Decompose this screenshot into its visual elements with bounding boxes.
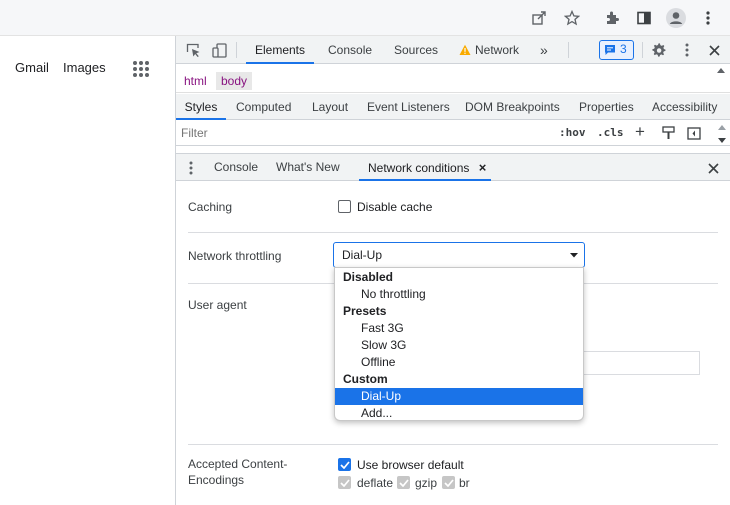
inspect-element-icon[interactable] (184, 41, 202, 59)
tab-sources[interactable]: Sources (394, 36, 438, 64)
use-browser-default-checkbox[interactable] (338, 458, 351, 471)
dropdown-option[interactable]: No throttling (335, 286, 583, 303)
star-icon[interactable] (560, 6, 584, 30)
paint-brush-icon[interactable] (660, 125, 676, 141)
dropdown-group-header: Disabled (343, 270, 394, 284)
tab-console[interactable]: Console (328, 36, 372, 64)
tab-elements[interactable]: Elements (246, 36, 314, 64)
checkmark-icon (339, 478, 350, 487)
gzip-label: gzip (415, 476, 438, 490)
network-throttling-label: Network throttling (188, 249, 282, 263)
styles-filter-bar: :hov .cls + (176, 121, 730, 146)
breadcrumb-html[interactable]: html (179, 72, 212, 90)
warning-icon (458, 43, 472, 57)
new-style-rule-button[interactable]: + (635, 122, 645, 142)
more-tabs-button[interactable]: » (540, 36, 548, 64)
toolbar-divider (642, 42, 643, 58)
drawer-tab-network-conditions[interactable]: Network conditions × (359, 154, 491, 181)
section-divider (188, 444, 718, 445)
section-divider (188, 232, 718, 233)
extensions-icon[interactable] (600, 6, 624, 30)
scroll-up-icon[interactable] (716, 123, 728, 131)
tab-computed[interactable]: Computed (236, 94, 291, 120)
dropdown-option[interactable]: Offline (335, 354, 583, 371)
tab-styles[interactable]: Styles (176, 94, 226, 120)
class-toggle[interactable]: .cls (597, 126, 624, 139)
more-options-icon[interactable] (678, 41, 696, 59)
chevron-down-icon (570, 252, 578, 258)
filter-input[interactable] (179, 123, 547, 143)
deflate-checkbox (338, 476, 351, 489)
gzip-checkbox (397, 476, 410, 489)
device-toolbar-icon[interactable] (210, 41, 228, 59)
tab-layout[interactable]: Layout (312, 94, 348, 120)
side-panel-icon[interactable] (632, 6, 656, 30)
tab-properties[interactable]: Properties (579, 94, 634, 120)
browser-toolbar (0, 0, 730, 36)
checkmark-icon (398, 478, 409, 487)
network-throttling-value: Dial-Up (342, 248, 383, 262)
apps-grid-icon[interactable] (130, 58, 152, 80)
dropdown-option[interactable]: Add... (335, 405, 583, 422)
checkmark-icon (443, 478, 454, 487)
profile-icon[interactable] (664, 6, 688, 30)
network-throttling-dropdown: Disabled No throttling Presets Fast 3G S… (334, 267, 584, 421)
dropdown-option[interactable]: Slow 3G (335, 337, 583, 354)
tab-network[interactable]: Network (475, 36, 519, 64)
devtools-panel: Elements Console Sources Network » 3 htm… (175, 36, 730, 505)
images-link[interactable]: Images (63, 60, 106, 75)
caching-label: Caching (188, 200, 233, 214)
checkmark-icon (339, 460, 350, 469)
drawer-tab-console[interactable]: Console (214, 154, 258, 181)
encodings-label-line2: Encodings (188, 473, 245, 487)
issues-badge[interactable]: 3 (599, 40, 634, 60)
breadcrumb-body[interactable]: body (216, 72, 253, 90)
encodings-label-line1: Accepted Content- (188, 457, 288, 471)
network-throttling-select[interactable]: Dial-Up (333, 242, 585, 268)
close-devtools-icon[interactable] (705, 41, 723, 59)
dropdown-group-header: Presets (343, 304, 387, 318)
drawer-menu-icon[interactable] (186, 160, 196, 176)
drawer-tabbar: Console What's New Network conditions × (176, 153, 730, 181)
drawer-tab-network-conditions-label: Network conditions (368, 161, 470, 175)
tab-dom-breakpoints[interactable]: DOM Breakpoints (465, 94, 560, 120)
close-drawer-icon[interactable] (706, 161, 720, 175)
toolbar-divider (236, 42, 237, 58)
dropdown-option[interactable]: Fast 3G (335, 320, 583, 337)
breadcrumb: html body (176, 66, 730, 93)
disable-cache-checkbox[interactable] (338, 200, 351, 213)
toggle-sidebar-icon[interactable] (686, 125, 702, 141)
scroll-down-icon[interactable] (716, 136, 728, 144)
tab-accessibility[interactable]: Accessibility (652, 94, 717, 120)
dropdown-group-header: Custom (343, 372, 388, 386)
drawer-tab-whats-new[interactable]: What's New (276, 154, 340, 181)
br-checkbox (442, 476, 455, 489)
disable-cache-label: Disable cache (357, 200, 433, 214)
settings-gear-icon[interactable] (650, 41, 668, 59)
deflate-label: deflate (357, 476, 394, 490)
toolbar-divider (568, 42, 569, 58)
gmail-link[interactable]: Gmail (15, 60, 49, 75)
hover-state-toggle[interactable]: :hov (559, 126, 586, 139)
scroll-up-icon[interactable] (714, 66, 728, 74)
br-label: br (459, 476, 470, 490)
share-icon[interactable] (527, 6, 551, 30)
user-agent-input[interactable] (574, 351, 700, 375)
devtools-main-tabbar: Elements Console Sources Network » 3 (176, 36, 730, 64)
user-agent-label: User agent (188, 298, 247, 312)
dropdown-option-selected[interactable]: Dial-Up (335, 388, 583, 405)
close-tab-icon[interactable]: × (479, 160, 487, 175)
issues-count: 3 (620, 42, 627, 56)
tab-event-listeners[interactable]: Event Listeners (367, 94, 450, 120)
use-browser-default-label: Use browser default (357, 458, 464, 472)
message-icon (604, 44, 616, 56)
more-vert-icon[interactable] (696, 6, 720, 30)
styles-tabbar: Styles Computed Layout Event Listeners D… (176, 94, 730, 120)
